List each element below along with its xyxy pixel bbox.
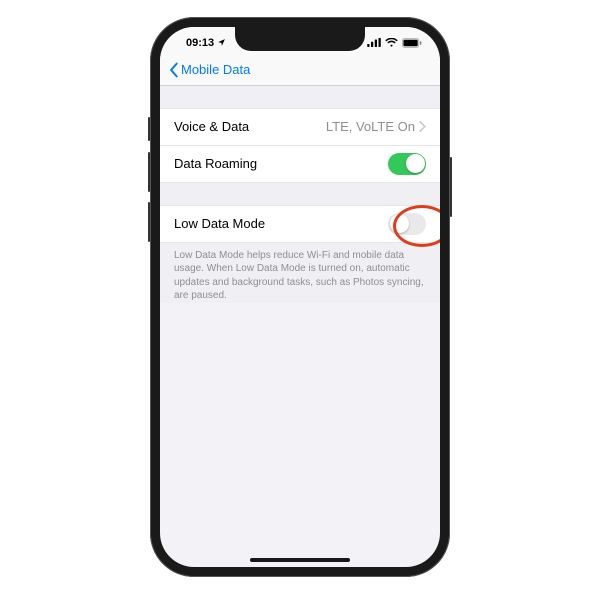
status-time: 09:13 <box>186 37 214 49</box>
toggle-low-data-mode[interactable] <box>388 213 426 235</box>
screen: 09:13 Mobile Data <box>160 27 440 567</box>
wifi-icon <box>385 38 398 47</box>
volume-up <box>148 152 150 192</box>
back-button[interactable]: Mobile Data <box>168 62 250 78</box>
phone-frame: 09:13 Mobile Data <box>150 17 450 577</box>
home-indicator <box>250 558 350 562</box>
row-label: Low Data Mode <box>174 216 265 231</box>
back-label: Mobile Data <box>181 62 250 77</box>
chevron-right-icon <box>419 121 426 132</box>
toggle-data-roaming[interactable] <box>388 153 426 175</box>
battery-icon <box>402 38 422 48</box>
row-low-data-mode[interactable]: Low Data Mode <box>160 205 440 243</box>
row-data-roaming[interactable]: Data Roaming <box>160 146 440 183</box>
row-label: Voice & Data <box>174 119 249 134</box>
chevron-left-icon <box>168 62 179 78</box>
location-icon <box>217 38 226 47</box>
row-voice-data[interactable]: Voice & Data LTE, VoLTE On <box>160 108 440 146</box>
signal-icon <box>367 38 381 47</box>
volume-down <box>148 202 150 242</box>
side-button <box>450 157 452 217</box>
settings-content: Voice & Data LTE, VoLTE On Data Roaming … <box>160 86 440 303</box>
nav-bar: Mobile Data <box>160 55 440 86</box>
row-label: Data Roaming <box>174 156 257 171</box>
mute-switch <box>148 117 150 141</box>
row-value: LTE, VoLTE On <box>326 119 415 134</box>
notch <box>235 27 365 51</box>
footer-note: Low Data Mode helps reduce Wi-Fi and mob… <box>160 243 440 303</box>
